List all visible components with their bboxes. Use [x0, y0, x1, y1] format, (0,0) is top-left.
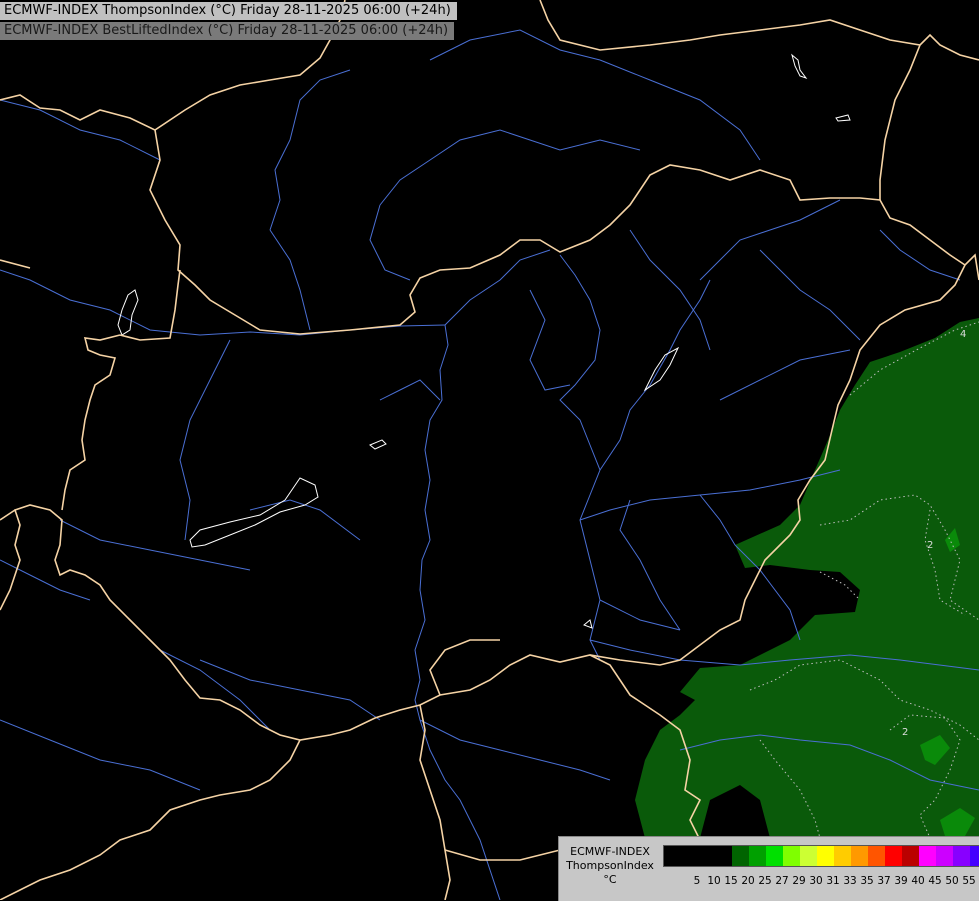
legend-swatch: [732, 846, 749, 866]
legend-swatch: [953, 846, 970, 866]
forecast-map: 4 2 2: [0, 0, 979, 900]
legend-swatch: [749, 846, 766, 866]
legend-swatch: [766, 846, 783, 866]
contour-label: 2: [902, 727, 908, 738]
legend-tick: 29: [792, 875, 806, 887]
legend-swatch: [868, 846, 885, 866]
map-title-best-lifted-index: ECMWF-INDEX BestLiftedIndex (°C) Friday …: [0, 22, 455, 40]
legend-swatch: [885, 846, 902, 866]
legend-tick: 15: [724, 875, 738, 887]
legend-tick-labels: 51015202527293031333537394045505560: [671, 875, 979, 887]
legend-tick: 30: [809, 875, 823, 887]
color-legend: ECMWF-INDEX ThompsonIndex °C 5 10 15 20 25 27…: [558, 836, 979, 901]
legend-tick: 39: [894, 875, 908, 887]
legend-swatch: [715, 846, 732, 866]
legend-tick: 50: [945, 875, 959, 887]
legend-swatch: [783, 846, 800, 866]
legend-model: ECMWF-INDEX: [570, 845, 650, 858]
legend-swatch: [902, 846, 919, 866]
legend-tick: 40: [911, 875, 925, 887]
legend-swatch: [919, 846, 936, 866]
legend-tick: 55: [962, 875, 976, 887]
legend-tick: 35: [860, 875, 874, 887]
legend-color-scale: [663, 845, 979, 867]
legend-swatch: [936, 846, 953, 866]
legend-tick: 33: [843, 875, 857, 887]
legend-swatch: [664, 846, 681, 866]
legend-label: ECMWF-INDEX ThompsonIndex °C: [561, 845, 659, 887]
contour-label: 4: [960, 329, 966, 340]
legend-tick: 5: [693, 875, 701, 887]
legend-param: ThompsonIndex: [566, 859, 654, 872]
legend-tick: 27: [775, 875, 789, 887]
legend-swatch: [698, 846, 715, 866]
map-title-thompson-index: ECMWF-INDEX ThompsonIndex (°C) Friday 28…: [0, 2, 457, 20]
contour-label: 2: [927, 540, 933, 551]
legend-tick: 25: [758, 875, 772, 887]
legend-swatch: [800, 846, 817, 866]
legend-swatch: [834, 846, 851, 866]
legend-swatch: [851, 846, 868, 866]
legend-swatch: [970, 846, 979, 866]
legend-tick: 10: [707, 875, 721, 887]
legend-unit: °C: [603, 873, 617, 886]
legend-tick: 20: [741, 875, 755, 887]
legend-tick: 37: [877, 875, 891, 887]
legend-swatch: [817, 846, 834, 866]
legend-swatch: [681, 846, 698, 866]
legend-tick: 31: [826, 875, 840, 887]
legend-tick: 45: [928, 875, 942, 887]
